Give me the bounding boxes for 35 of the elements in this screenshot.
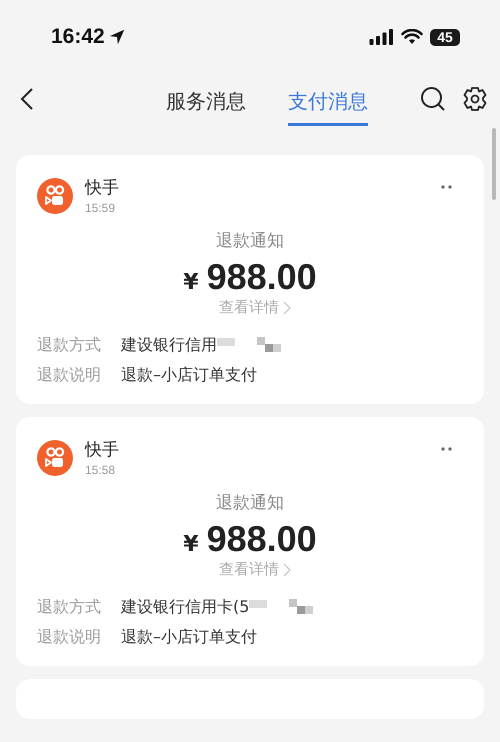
search-icon[interactable] xyxy=(420,86,446,112)
tab[interactable]: 服务消息 xyxy=(166,78,246,126)
amount: 988.00 xyxy=(206,518,317,560)
app-logo-icon xyxy=(37,440,73,476)
sender-name: 快手 xyxy=(85,439,119,461)
wifi-icon xyxy=(401,29,423,45)
currency-symbol: ¥ xyxy=(183,532,199,557)
field-label: 退款说明 xyxy=(37,627,102,648)
field-value: 退款–小店订单支付 xyxy=(121,365,257,386)
notice-title: 退款通知 xyxy=(216,492,284,514)
field-value: 建设银行信用 xyxy=(121,334,217,356)
back-icon[interactable] xyxy=(20,87,34,111)
more-icon[interactable] xyxy=(441,447,453,451)
field-label: 退款方式 xyxy=(37,334,102,356)
signal-icon xyxy=(369,29,394,45)
amount: 988.00 xyxy=(206,256,317,298)
field-label: 退款说明 xyxy=(37,365,102,386)
clock-time: 16:42 xyxy=(51,25,105,49)
field-value: 建设银行信用卡(5 xyxy=(121,596,250,618)
scrollbar-icon xyxy=(492,128,496,200)
message-time: 15:59 xyxy=(85,201,116,215)
battery-indicator: 45 xyxy=(430,28,460,46)
location-arrow-icon xyxy=(108,28,126,46)
currency-symbol: ¥ xyxy=(183,270,199,295)
details-link[interactable]: 查看详情 xyxy=(219,560,279,579)
notice-title: 退款通知 xyxy=(216,230,284,252)
app-logo-icon xyxy=(37,178,73,214)
sender-name: 快手 xyxy=(85,177,119,199)
message-time: 15:58 xyxy=(85,463,116,477)
field-label: 退款方式 xyxy=(37,596,102,618)
field-value: 退款–小店订单支付 xyxy=(121,627,257,648)
tab[interactable]: 支付消息 xyxy=(288,78,368,126)
details-link[interactable]: 查看详情 xyxy=(219,298,279,317)
more-icon[interactable] xyxy=(441,185,453,189)
settings-icon[interactable] xyxy=(462,86,488,112)
